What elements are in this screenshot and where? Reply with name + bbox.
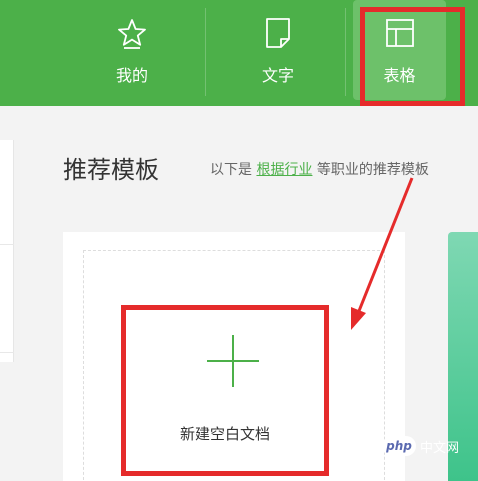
tab-text-label: 文字 (261, 66, 294, 85)
nav-divider (345, 8, 346, 96)
nav-divider (205, 8, 206, 96)
top-nav-bar: 我的 文字 表格 (0, 0, 478, 106)
left-side-panel (0, 140, 14, 362)
recommend-hint: 以下是 根据行业 等职业的推荐模板 (210, 159, 429, 179)
industry-link[interactable]: 根据行业 (256, 162, 312, 178)
new-blank-document-label[interactable]: 新建空白文档 (120, 423, 330, 444)
tab-text[interactable]: 文字 (238, 0, 318, 106)
hint-prefix: 以下是 (210, 162, 252, 178)
tab-spreadsheet[interactable]: 表格 (353, 0, 446, 100)
site-watermark: php 中文网 (382, 436, 459, 456)
php-logo-icon: php (382, 436, 416, 456)
tab-mine-label: 我的 (115, 66, 148, 85)
hint-suffix: 等职业的推荐模板 (316, 162, 429, 178)
table-icon (385, 19, 414, 47)
tab-mine[interactable]: 我的 (92, 0, 172, 106)
panel-divider (0, 244, 14, 245)
document-icon (266, 18, 290, 48)
panel-divider (0, 352, 14, 353)
star-icon (118, 19, 146, 49)
plus-icon[interactable] (207, 335, 259, 387)
section-title: 推荐模板 (63, 156, 159, 184)
tab-spreadsheet-label: 表格 (383, 66, 416, 85)
watermark-text: 中文网 (420, 440, 460, 456)
